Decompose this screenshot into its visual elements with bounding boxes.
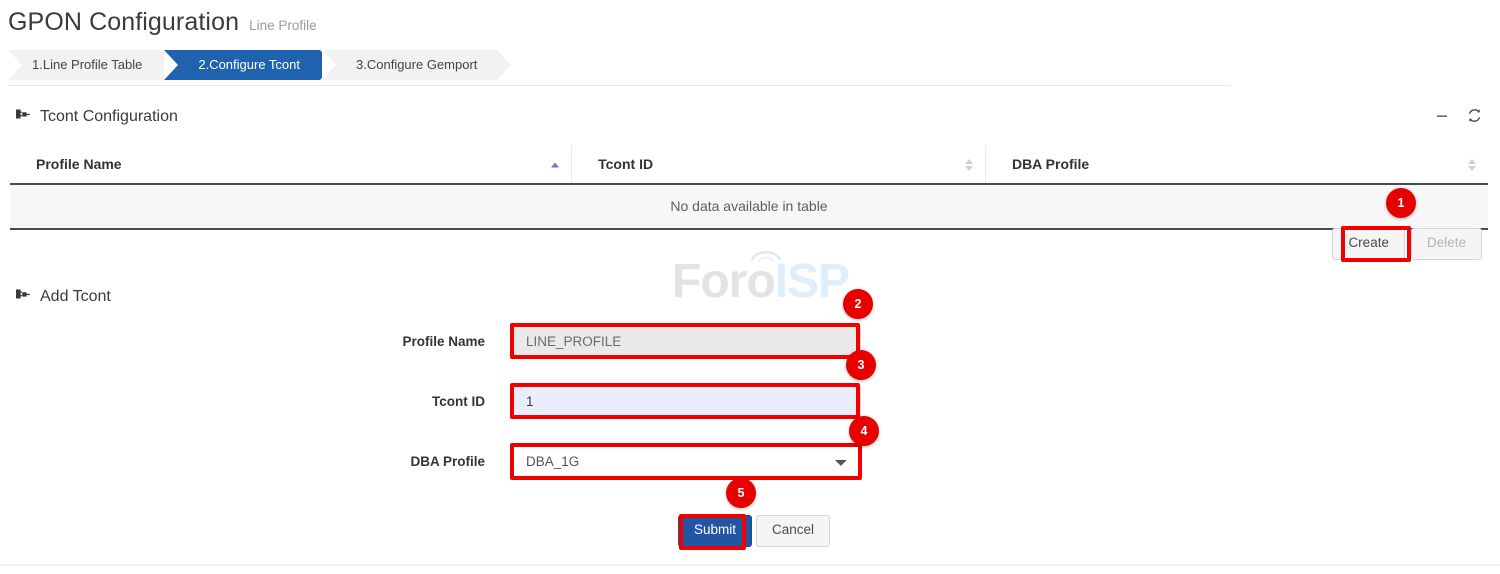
form-row-dba-profile: DBA Profile DBA_1G [38, 444, 861, 478]
refresh-icon[interactable] [1467, 108, 1482, 123]
profile-name-label: Profile Name [38, 334, 513, 349]
submit-button[interactable]: Submit [678, 515, 752, 547]
table-empty-row: No data available in table [10, 184, 1488, 229]
table-empty-message: No data available in table [10, 184, 1488, 229]
dba-profile-label: DBA Profile [38, 454, 513, 469]
delete-button: Delete [1411, 228, 1482, 260]
watermark-secondary-text: ISP [775, 255, 849, 308]
form-buttons: Submit Cancel [678, 515, 830, 547]
column-label: Profile Name [36, 156, 122, 172]
column-header-dba-profile[interactable]: DBA Profile [985, 146, 1488, 184]
tcont-table: Profile Name Tcont ID DBA Profile [10, 146, 1488, 230]
annotation-badge-5: 5 [726, 478, 756, 508]
plug-icon [14, 106, 31, 128]
profile-name-field[interactable] [513, 324, 861, 358]
wizard-step-label: 3.Configure Gemport [356, 57, 477, 72]
wizard-steps: 1.Line Profile Table 2.Configure Tcont 3… [8, 50, 497, 80]
wizard-step-line-profile-table[interactable]: 1.Line Profile Table [8, 50, 162, 80]
plug-icon [14, 286, 31, 308]
wizard-divider [8, 85, 1230, 86]
dba-profile-select[interactable]: DBA_1G [513, 444, 861, 478]
form-row-tcont-id: Tcont ID [38, 384, 861, 418]
page-title: GPON Configuration [8, 8, 239, 37]
tcont-id-field[interactable] [513, 384, 861, 418]
column-label: DBA Profile [1012, 156, 1089, 172]
add-tcont-header: Add Tcont [14, 286, 111, 308]
tcont-id-label: Tcont ID [38, 394, 513, 409]
tcont-configuration-title: Tcont Configuration [40, 108, 178, 126]
tcont-configuration-header: Tcont Configuration [14, 106, 178, 128]
sort-toggle-icon [965, 159, 973, 171]
column-label: Tcont ID [598, 156, 653, 172]
column-header-tcont-id[interactable]: Tcont ID [572, 146, 986, 184]
tcont-panel-tools [1435, 108, 1482, 123]
annotation-badge-2: 2 [843, 289, 873, 319]
annotation-badge-4: 4 [849, 416, 879, 446]
table-header-row: Profile Name Tcont ID DBA Profile [10, 146, 1488, 184]
page-header: GPON Configuration Line Profile [8, 8, 317, 37]
watermark-primary-text: Foro [672, 255, 775, 308]
form-row-profile-name: Profile Name [38, 324, 861, 358]
wizard-step-configure-tcont[interactable]: 2.Configure Tcont [164, 50, 320, 80]
column-header-profile-name[interactable]: Profile Name [10, 146, 572, 184]
sort-ascending-icon [551, 162, 559, 167]
table-action-buttons: Create Delete [1332, 228, 1482, 260]
page-subtitle: Line Profile [249, 18, 317, 33]
add-tcont-title: Add Tcont [40, 288, 111, 306]
wifi-arc-icon [749, 244, 783, 262]
minimize-icon[interactable] [1435, 109, 1449, 123]
wizard-step-configure-gemport[interactable]: 3.Configure Gemport [322, 50, 497, 80]
wizard-step-label: 1.Line Profile Table [32, 57, 142, 72]
page-root: GPON Configuration Line Profile 1.Line P… [0, 0, 1500, 574]
sort-toggle-icon [1468, 159, 1476, 171]
tcont-table-wrapper: Profile Name Tcont ID DBA Profile [10, 146, 1488, 230]
create-button[interactable]: Create [1332, 228, 1405, 260]
wizard-step-label: 2.Configure Tcont [198, 57, 300, 72]
watermark-foroisp: ForoISP [672, 258, 849, 306]
cancel-button[interactable]: Cancel [756, 515, 830, 547]
